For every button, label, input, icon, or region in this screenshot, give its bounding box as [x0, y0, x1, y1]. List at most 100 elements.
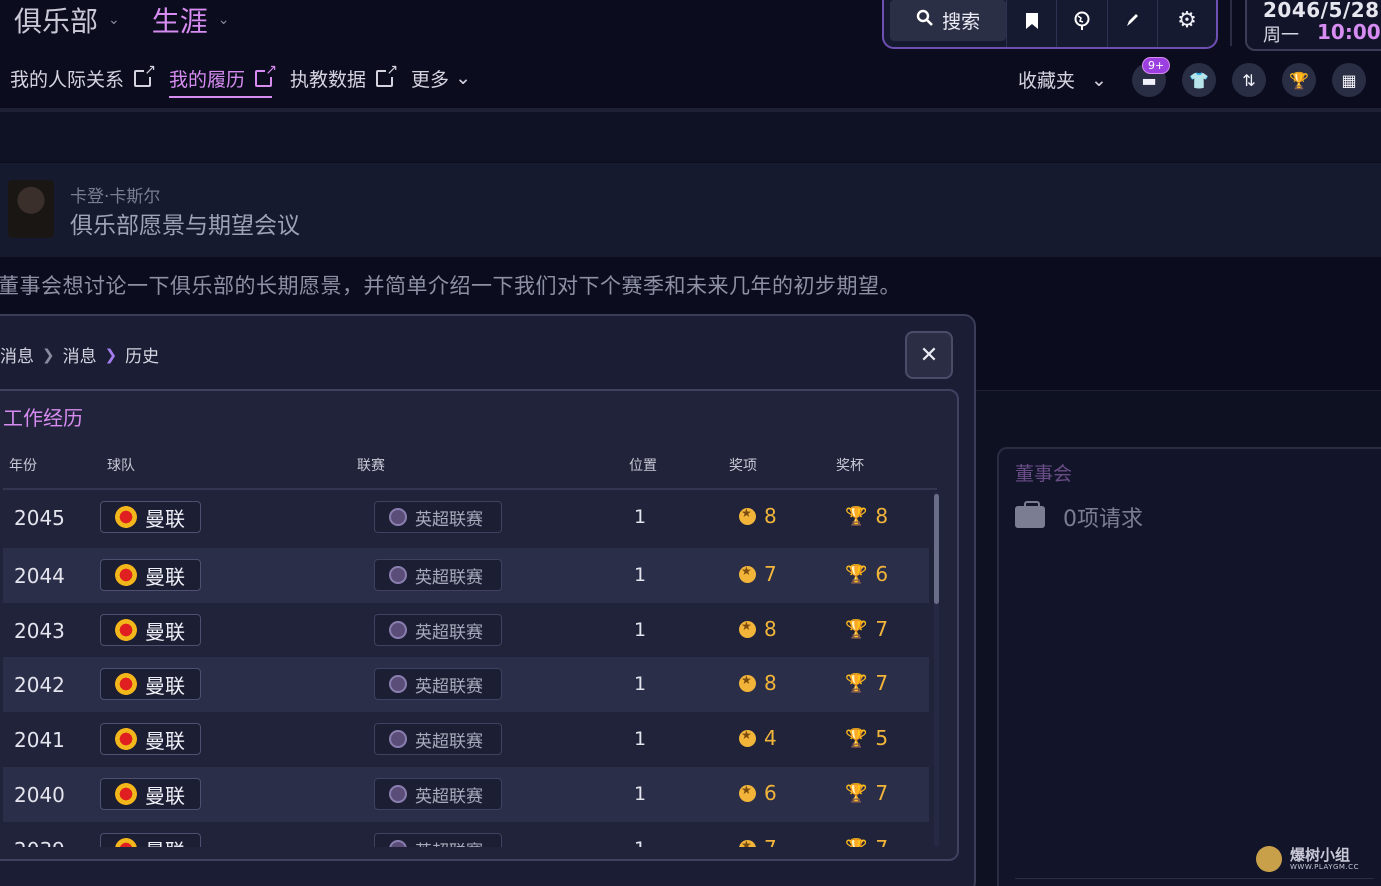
external-link-icon [376, 62, 399, 87]
scrollbar-thumb[interactable] [934, 494, 939, 604]
row-year: 2043 [14, 619, 65, 643]
inbox-button[interactable]: ▬ 9+ [1132, 57, 1171, 97]
table-row[interactable]: 2043 曼联 英超联赛 1 8 🏆7 [3, 603, 929, 658]
row-year: 2042 [14, 673, 65, 697]
league-chip[interactable]: 英超联赛 [374, 778, 502, 810]
breadcrumb-item[interactable]: 消息 [0, 342, 34, 367]
subnav-relationships[interactable]: 我的人际关系 [10, 62, 157, 94]
col-header-team[interactable]: 球队 [107, 455, 135, 475]
row-awards: 8 [739, 671, 777, 695]
search-button[interactable]: 搜索 [890, 0, 1007, 41]
team-chip[interactable]: 曼联 [100, 614, 201, 646]
league-chip[interactable]: 英超联赛 [374, 723, 502, 755]
col-header-trophies[interactable]: 奖杯 [836, 455, 864, 475]
chevron-down-icon: ⌄ [455, 67, 471, 89]
league-chip[interactable]: 英超联赛 [374, 668, 502, 700]
bookmark-button[interactable] [1006, 0, 1056, 47]
breadcrumb-item[interactable]: 消息 [63, 342, 97, 367]
current-weekday: 周一 [1263, 25, 1299, 46]
history-table: 2045 曼联 英超联赛 1 8 🏆8 2044 曼联 英超联赛 1 7 🏆6 … [0, 490, 940, 847]
subnav-coaching-stats[interactable]: 执教数据 [290, 62, 399, 94]
close-button[interactable]: ✕ [905, 331, 953, 379]
table-row[interactable]: 2041 曼联 英超联赛 1 4 🏆5 [3, 712, 929, 767]
trophies-button[interactable]: 🏆 [1282, 63, 1316, 97]
date-time-display[interactable]: 2046/5/28 周一 10:00 [1245, 0, 1381, 51]
row-position: 1 [634, 838, 646, 847]
chevron-down-icon[interactable]: ⌄ [108, 12, 120, 28]
tab-club[interactable]: 俱乐部 [14, 0, 98, 40]
watermark-logo-icon [1256, 846, 1282, 872]
transfers-button[interactable]: ⇅ [1232, 63, 1266, 97]
panel-title: 工作经历 [3, 406, 83, 430]
league-logo-icon [389, 840, 407, 847]
subnav-more[interactable]: 更多 ⌄ [411, 62, 471, 94]
search-label: 搜索 [942, 11, 981, 33]
col-header-awards[interactable]: 奖项 [729, 455, 757, 475]
medal-icon [739, 838, 756, 847]
col-header-league[interactable]: 联赛 [357, 455, 385, 475]
search-icon [916, 9, 934, 32]
team-chip[interactable]: 曼联 [100, 668, 201, 700]
medal-icon [739, 783, 756, 802]
team-chip[interactable]: 曼联 [100, 723, 201, 755]
board-title: 董事会 [1015, 463, 1073, 485]
row-position: 1 [634, 564, 647, 586]
row-awards: 4 [739, 726, 777, 750]
team-chip[interactable]: 曼联 [100, 559, 201, 591]
team-chip[interactable]: 曼联 [100, 501, 201, 533]
team-chip[interactable]: 曼联 [100, 833, 201, 847]
table-row[interactable]: 2045 曼联 英超联赛 1 8 🏆8 [3, 490, 929, 545]
league-logo-icon [389, 621, 407, 639]
table-row[interactable]: 2044 曼联 英超联赛 1 7 🏆6 [3, 548, 929, 603]
chevron-down-icon[interactable]: ⌄ [218, 12, 230, 28]
row-awards: 6 [739, 781, 777, 805]
pencil-icon [1127, 13, 1139, 26]
settings-button[interactable]: ⚙ [1156, 0, 1216, 47]
row-year: 2041 [14, 728, 65, 752]
row-position: 1 [634, 673, 647, 695]
subnav-my-history[interactable]: 我的履历 [169, 62, 278, 98]
squad-button[interactable]: 👕 [1182, 63, 1216, 97]
row-position: 1 [634, 506, 647, 528]
table-row[interactable]: 2039 曼联 英超联赛 1 7 🏆7 [3, 822, 929, 847]
league-chip[interactable]: 英超联赛 [374, 614, 502, 646]
edit-button[interactable] [1106, 0, 1157, 47]
table-row[interactable]: 2040 曼联 英超联赛 1 6 🏆7 [3, 767, 929, 822]
calendar-button[interactable]: ▦ [1332, 63, 1366, 97]
briefcase-icon [1015, 501, 1045, 528]
shirt-icon: 👕 [1189, 70, 1209, 90]
col-header-year[interactable]: 年份 [9, 455, 37, 475]
quick-icons: ▬ 9+ 👕 ⇅ 🏆 ▦ [1132, 57, 1366, 97]
team-chip[interactable]: 曼联 [100, 778, 201, 810]
league-logo-icon [389, 730, 407, 748]
trophy-icon: 🏆 [845, 618, 868, 640]
medal-icon [739, 564, 756, 583]
favorites-dropdown[interactable]: 收藏夹 ⌄ [1018, 66, 1107, 93]
league-logo-icon [389, 785, 407, 803]
row-year: 2045 [14, 506, 65, 530]
tab-career[interactable]: 生涯 [152, 0, 208, 40]
medal-icon [739, 506, 756, 525]
breadcrumb-current: 历史 [125, 347, 160, 367]
watermark-title: 爆树小组 [1290, 846, 1351, 864]
spacer-band [0, 112, 1381, 162]
row-position: 1 [634, 783, 647, 805]
board-requests-label: 0项请求 [1063, 507, 1143, 532]
current-date: 2046/5/28 [1263, 0, 1380, 22]
row-awards: 8 [739, 504, 777, 528]
watermark: 爆树小组 WWW.PLAYGM.CC [1256, 846, 1359, 872]
league-chip[interactable]: 英超联赛 [374, 501, 502, 533]
watermark-site: WWW.PLAYGM.CC [1290, 863, 1359, 871]
close-icon: ✕ [919, 342, 939, 368]
league-logo-icon [389, 508, 407, 526]
breadcrumb: 消息 ❯ 消息 ❯ 历史 [0, 342, 160, 368]
external-link-icon [255, 62, 278, 87]
row-trophies: 🏆 8 [845, 504, 889, 528]
globe-button[interactable] [1056, 0, 1106, 47]
league-chip[interactable]: 英超联赛 [374, 559, 502, 591]
board-requests[interactable]: 0项请求 [1015, 501, 1143, 533]
table-row[interactable]: 2042 曼联 英超联赛 1 8 🏆7 [3, 657, 929, 712]
col-header-position[interactable]: 位置 [629, 455, 657, 475]
league-chip[interactable]: 英超联赛 [374, 833, 502, 847]
top-nav: 俱乐部 ⌄ 生涯 ⌄ [14, 0, 246, 40]
